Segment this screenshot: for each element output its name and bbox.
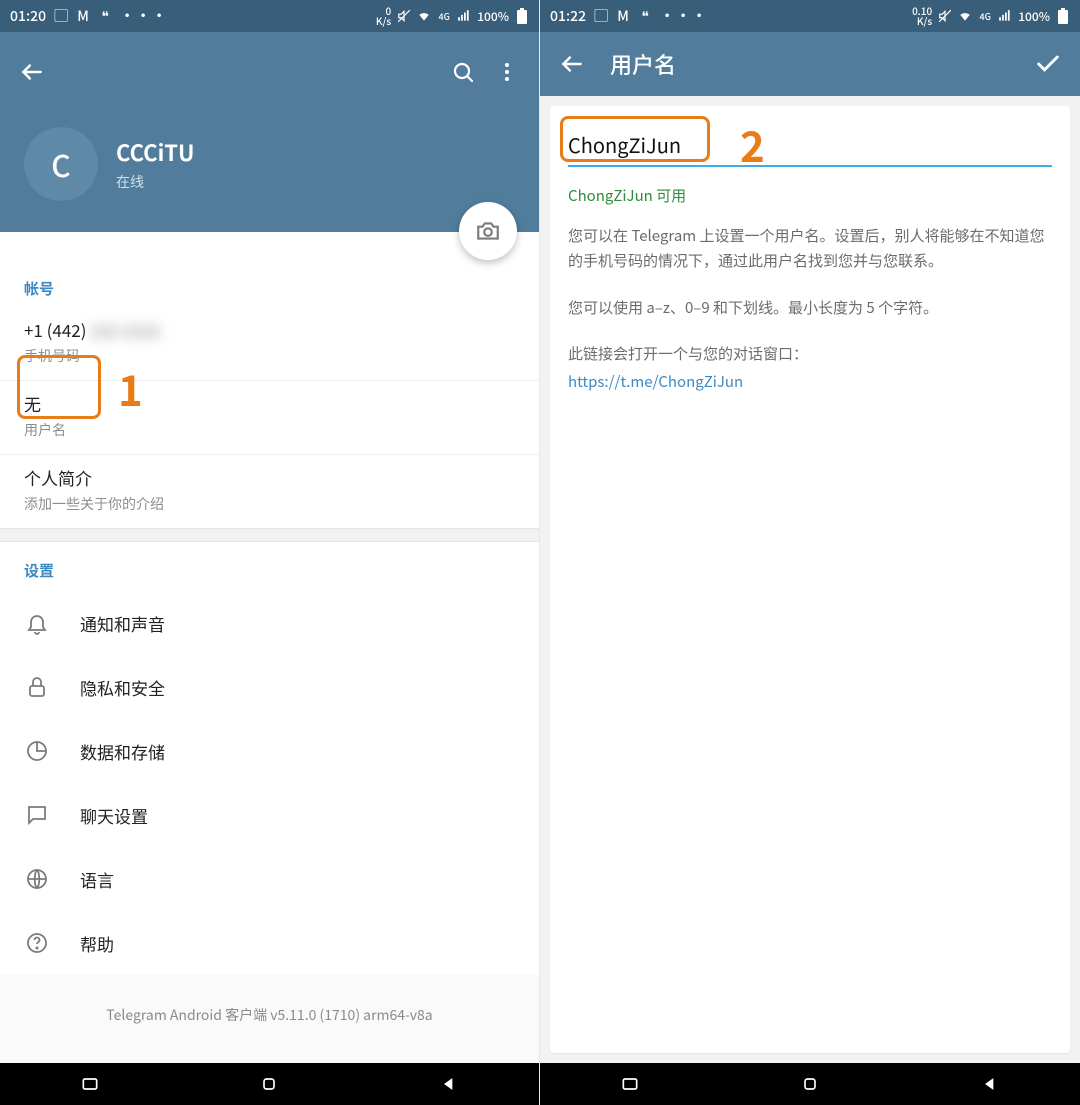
nav-recents[interactable] <box>50 1072 130 1096</box>
mute-icon <box>938 9 952 23</box>
content-card: ChongZiJun 可用 您可以在 Telegram 上设置一个用户名。设置后… <box>550 106 1070 1053</box>
description-2: 您可以使用 a–z、0–9 和下划线。最小长度为 5 个字符。 <box>568 296 1052 321</box>
nav-back[interactable] <box>950 1072 1030 1096</box>
phone-label: 手机号码 <box>24 346 515 366</box>
nav-home[interactable] <box>229 1072 309 1096</box>
signal-bars-icon <box>457 9 471 23</box>
page-title: 用户名 <box>610 48 676 80</box>
username-value: 无 <box>24 391 515 416</box>
nav-recents[interactable] <box>590 1072 670 1096</box>
settings-header: 设置 <box>0 542 539 591</box>
phone-item[interactable]: +1 (442) 222 2222 手机号码 <box>0 307 539 381</box>
confirm-button[interactable] <box>1026 42 1070 86</box>
pie-icon <box>24 738 50 764</box>
settings-item-notifications[interactable]: 通知和声音 <box>0 591 539 655</box>
status-time: 01:22 <box>550 6 586 26</box>
nav-bar <box>0 1063 539 1105</box>
hangouts-icon: ❝ <box>638 9 652 23</box>
battery-text: 100% <box>477 8 509 25</box>
settings-item-chat[interactable]: 聊天设置 <box>0 783 539 847</box>
username-input-wrap[interactable] <box>568 130 1052 167</box>
chat-icon <box>24 802 50 828</box>
profile-name: CCCiTU <box>116 136 194 168</box>
more-icon: ··· <box>120 6 168 26</box>
wifi-icon <box>958 9 972 23</box>
settings-item-data[interactable]: 数据和存储 <box>0 719 539 783</box>
back-button[interactable] <box>10 50 54 94</box>
account-header: 帐号 <box>0 232 539 307</box>
nav-home[interactable] <box>770 1072 850 1096</box>
profile-link[interactable]: https://t.me/ChongZiJun <box>568 371 1052 392</box>
signal-icon: 4G <box>437 9 451 23</box>
bio-label: 添加一些关于你的介绍 <box>24 494 515 514</box>
username-label: 用户名 <box>24 420 515 440</box>
version-footer: Telegram Android 客户端 v5.11.0 (1710) arm6… <box>0 975 539 1045</box>
profile-header: C CCCiTU 在线 <box>24 127 194 201</box>
mail-icon: M <box>76 9 90 23</box>
status-bar: 01:20 ▢ M ❝ ··· 0 K/s 4G 100% <box>0 0 539 32</box>
mute-icon <box>397 9 411 23</box>
globe-icon <box>24 866 50 892</box>
battery-icon <box>515 9 529 23</box>
app-bar: 用户名 <box>540 32 1080 96</box>
help-icon <box>24 930 50 956</box>
section-gap <box>0 528 539 542</box>
settings-list: 通知和声音 隐私和安全 数据和存储 聊天设置 语言 帮助 <box>0 591 539 975</box>
mail-icon: M <box>616 9 630 23</box>
profile-status: 在线 <box>116 172 194 192</box>
more-icon: ··· <box>660 6 708 26</box>
app-bar: C CCCiTU 在线 <box>0 32 539 232</box>
status-time: 01:20 <box>10 6 46 26</box>
settings-item-language[interactable]: 语言 <box>0 847 539 911</box>
bell-icon <box>24 610 50 636</box>
avatar[interactable]: C <box>24 127 98 201</box>
bio-value: 个人简介 <box>24 465 515 490</box>
right-screen: 01:22 ▢ M ❝ ··· 0.10 K/s 4G 100% 用户名 <box>540 0 1080 1105</box>
battery-icon <box>1056 9 1070 23</box>
signal-bars-icon <box>998 9 1012 23</box>
battery-text: 100% <box>1018 8 1050 25</box>
image-icon: ▢ <box>54 9 68 23</box>
signal-icon: 4G <box>978 9 992 23</box>
more-menu-button[interactable] <box>485 50 529 94</box>
left-screen: 01:20 ▢ M ❝ ··· 0 K/s 4G 100% <box>0 0 540 1105</box>
lock-icon <box>24 674 50 700</box>
status-bar: 01:22 ▢ M ❝ ··· 0.10 K/s 4G 100% <box>540 0 1080 32</box>
hangouts-icon: ❝ <box>98 9 112 23</box>
nav-bar <box>540 1063 1080 1105</box>
image-icon: ▢ <box>594 9 608 23</box>
network-speed: 0.10 K/s <box>912 6 932 26</box>
bio-item[interactable]: 个人简介 添加一些关于你的介绍 <box>0 455 539 528</box>
search-button[interactable] <box>441 50 485 94</box>
wifi-icon <box>417 9 431 23</box>
description-1: 您可以在 Telegram 上设置一个用户名。设置后，别人将能够在不知道您的手机… <box>568 224 1052 274</box>
camera-fab[interactable] <box>459 202 517 260</box>
phone-hidden: 222 2222 <box>90 317 160 342</box>
availability-text: ChongZiJun 可用 <box>568 185 1052 206</box>
phone-value: +1 (442) 222 2222 <box>24 317 515 342</box>
nav-back[interactable] <box>409 1072 489 1096</box>
network-speed: 0 K/s <box>376 6 391 26</box>
description-3: 此链接会打开一个与您的对话窗口： <box>568 342 1052 367</box>
username-item[interactable]: 无 用户名 <box>0 381 539 455</box>
settings-item-help[interactable]: 帮助 <box>0 911 539 975</box>
account-section: 帐号 +1 (442) 222 2222 手机号码 无 用户名 个人简介 添加一… <box>0 232 539 528</box>
username-input[interactable] <box>568 130 1052 159</box>
settings-item-privacy[interactable]: 隐私和安全 <box>0 655 539 719</box>
back-button[interactable] <box>550 42 594 86</box>
